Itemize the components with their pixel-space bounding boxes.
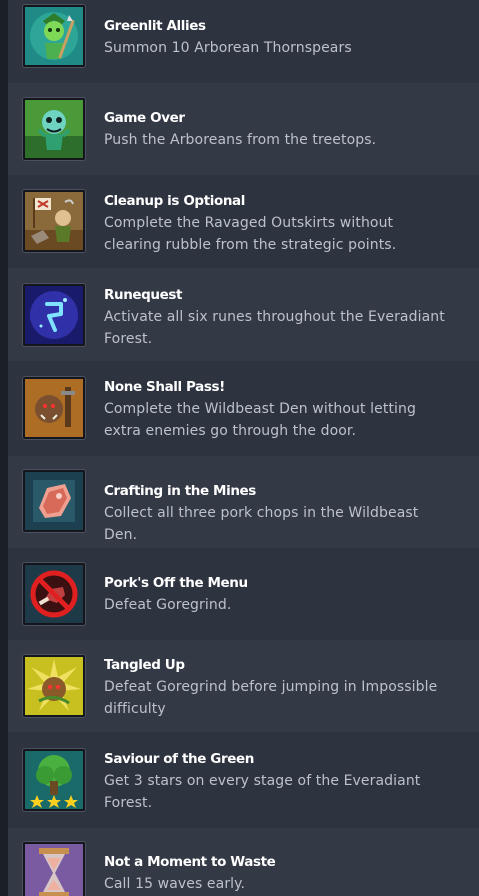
achievement-description: Call 15 waves early. <box>104 876 246 892</box>
achievement-description: Defeat Goregrind before jumping in Impos… <box>104 679 438 717</box>
achievement-text: Game Over Push the Arboreans from the tr… <box>104 109 449 152</box>
wildbeast-icon <box>23 377 85 439</box>
achievement-row: Greenlit Allies Summon 10 Arborean Thorn… <box>8 0 479 83</box>
achievement-text: Crafting in the Mines Collect all three … <box>104 482 449 546</box>
achievement-title: Crafting in the Mines <box>104 483 256 499</box>
no-meat-icon <box>23 563 85 625</box>
greenlit-allies-icon <box>23 5 85 67</box>
achievement-description: Summon 10 Arborean Thornspears <box>104 40 352 56</box>
achievement-description: Complete the Ravaged Outskirts without c… <box>104 215 397 253</box>
rune-icon <box>23 284 85 346</box>
achievement-row: Pork's Off the Menu Defeat Goregrind. <box>8 548 479 640</box>
cleanup-icon <box>23 190 85 252</box>
game-over-icon <box>23 98 85 160</box>
achievement-title: Runequest <box>104 287 183 303</box>
achievement-title: Not a Moment to Waste <box>104 854 276 870</box>
tree-three-stars-icon <box>23 749 85 811</box>
achievement-row: None Shall Pass! Complete the Wildbeast … <box>8 361 479 456</box>
achievement-title: Pork's Off the Menu <box>104 575 248 591</box>
achievement-text: Cleanup is Optional Complete the Ravaged… <box>104 192 449 256</box>
achievement-list: Greenlit Allies Summon 10 Arborean Thorn… <box>8 0 479 896</box>
hourglass-icon <box>23 842 85 896</box>
achievement-title: Game Over <box>104 110 185 126</box>
achievement-row: Runequest Activate all six runes through… <box>8 268 479 361</box>
achievement-text: Greenlit Allies Summon 10 Arborean Thorn… <box>104 17 449 60</box>
achievement-title: Saviour of the Green <box>104 751 254 767</box>
achievement-description: Collect all three pork chops in the Wild… <box>104 505 419 543</box>
achievement-description: Push the Arboreans from the treetops. <box>104 132 377 148</box>
achievement-title: Cleanup is Optional <box>104 193 245 209</box>
achievement-description: Defeat Goregrind. <box>104 597 232 613</box>
achievement-text: None Shall Pass! Complete the Wildbeast … <box>104 378 449 442</box>
achievement-description: Activate all six runes throughout the Ev… <box>104 309 445 347</box>
achievement-row: Crafting in the Mines Collect all three … <box>8 456 479 548</box>
achievement-title: None Shall Pass! <box>104 379 225 395</box>
achievement-row: Tangled Up Defeat Goregrind before jumpi… <box>8 640 479 732</box>
achievement-text: Not a Moment to Waste Call 15 waves earl… <box>104 853 449 896</box>
achievement-text: Tangled Up Defeat Goregrind before jumpi… <box>104 656 449 720</box>
achievement-description: Complete the Wildbeast Den without letti… <box>104 401 416 439</box>
achievement-row: Not a Moment to Waste Call 15 waves earl… <box>8 828 479 896</box>
achievement-row: Game Over Push the Arboreans from the tr… <box>8 83 479 175</box>
achievement-text: Saviour of the Green Get 3 stars on ever… <box>104 750 449 814</box>
achievement-row: Cleanup is Optional Complete the Ravaged… <box>8 175 479 268</box>
pork-chop-icon <box>23 470 85 532</box>
achievement-title: Greenlit Allies <box>104 18 206 34</box>
achievement-row: Saviour of the Green Get 3 stars on ever… <box>8 732 479 828</box>
achievement-title: Tangled Up <box>104 657 185 673</box>
achievement-text: Pork's Off the Menu Defeat Goregrind. <box>104 574 449 617</box>
achievement-text: Runequest Activate all six runes through… <box>104 286 449 350</box>
tangled-boar-icon <box>23 655 85 717</box>
achievement-description: Get 3 stars on every stage of the Everad… <box>104 773 421 811</box>
